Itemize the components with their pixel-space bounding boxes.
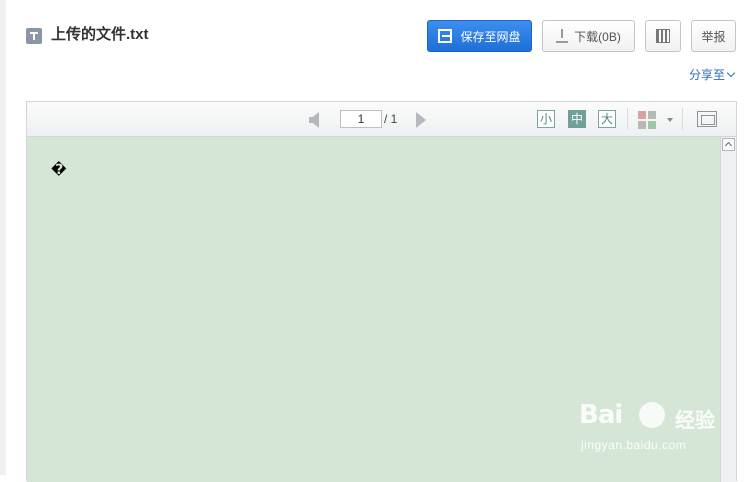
download-button[interactable]: 下载(0B): [542, 20, 635, 52]
next-page-icon[interactable]: [416, 112, 426, 128]
save-icon: [438, 29, 453, 43]
chevron-down-icon: [726, 68, 736, 78]
qr-code-icon: [656, 29, 670, 43]
download-icon: [556, 29, 569, 43]
font-size-medium-button[interactable]: 中: [568, 110, 586, 128]
baidu-jingyan-watermark: Bai 经验 jingyan.baidu.com: [579, 400, 719, 470]
watermark-brand-zh: 经验: [675, 410, 715, 432]
download-button-label: 下载(0B): [574, 29, 621, 44]
font-size-small-button[interactable]: 小: [537, 110, 555, 128]
watermark-brand: Bai: [579, 400, 623, 430]
previous-page-icon[interactable]: [309, 112, 319, 128]
share-label: 分享至: [689, 68, 726, 82]
txt-file-icon: [26, 28, 42, 44]
theme-grid-icon[interactable]: [638, 111, 656, 129]
viewer-toolbar: / 1 小 中 大: [27, 102, 736, 137]
left-edge-strip: [0, 0, 6, 475]
watermark-url: jingyan.baidu.com: [581, 438, 687, 452]
font-size-large-button[interactable]: 大: [598, 110, 616, 128]
report-button[interactable]: 举报: [691, 20, 736, 52]
page-total: / 1: [384, 112, 398, 126]
fullscreen-icon[interactable]: [697, 111, 717, 127]
share-dropdown[interactable]: 分享至: [689, 66, 736, 83]
save-to-netdisk-button[interactable]: 保存至网盘: [427, 20, 532, 52]
scroll-up-icon[interactable]: [722, 138, 735, 151]
toolbar-divider: [627, 108, 628, 130]
report-button-label: 举报: [701, 29, 726, 44]
vertical-scrollbar[interactable]: [720, 137, 736, 482]
page-number-input[interactable]: [340, 110, 382, 128]
paw-logo-icon: [639, 402, 665, 428]
qr-code-button[interactable]: [645, 20, 681, 52]
save-button-label: 保存至网盘: [460, 29, 521, 44]
document-text: �: [51, 162, 67, 178]
toolbar-divider: [682, 108, 683, 130]
theme-dropdown-caret-icon[interactable]: [667, 118, 673, 122]
file-title: 上传的文件.txt: [51, 26, 149, 43]
